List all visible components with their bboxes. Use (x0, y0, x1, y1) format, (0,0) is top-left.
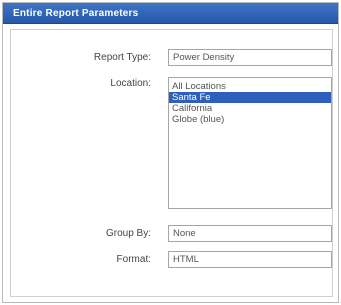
group-by-select[interactable]: None (168, 225, 332, 242)
format-select[interactable]: HTML (168, 251, 332, 268)
report-type-select[interactable]: Power Density (168, 49, 332, 66)
format-label: Format: (116, 254, 151, 265)
report-type-label: Report Type: (93, 52, 151, 63)
location-option-all[interactable]: All Locations (169, 81, 331, 92)
dialog-title: Entire Report Parameters (13, 8, 139, 19)
location-option-globe[interactable]: Globe (blue) (169, 114, 331, 125)
location-option-selected[interactable]: Santa Fe (169, 92, 331, 103)
location-label: Location: (110, 78, 151, 89)
location-option-california[interactable]: California (169, 103, 331, 114)
location-listbox[interactable]: All Locations Santa Fe California Globe … (168, 77, 332, 209)
group-by-label: Group By: (105, 228, 151, 239)
dialog-titlebar[interactable]: Entire Report Parameters (3, 3, 338, 24)
report-parameters-dialog: Entire Report Parameters Report Type: Po… (2, 2, 339, 303)
